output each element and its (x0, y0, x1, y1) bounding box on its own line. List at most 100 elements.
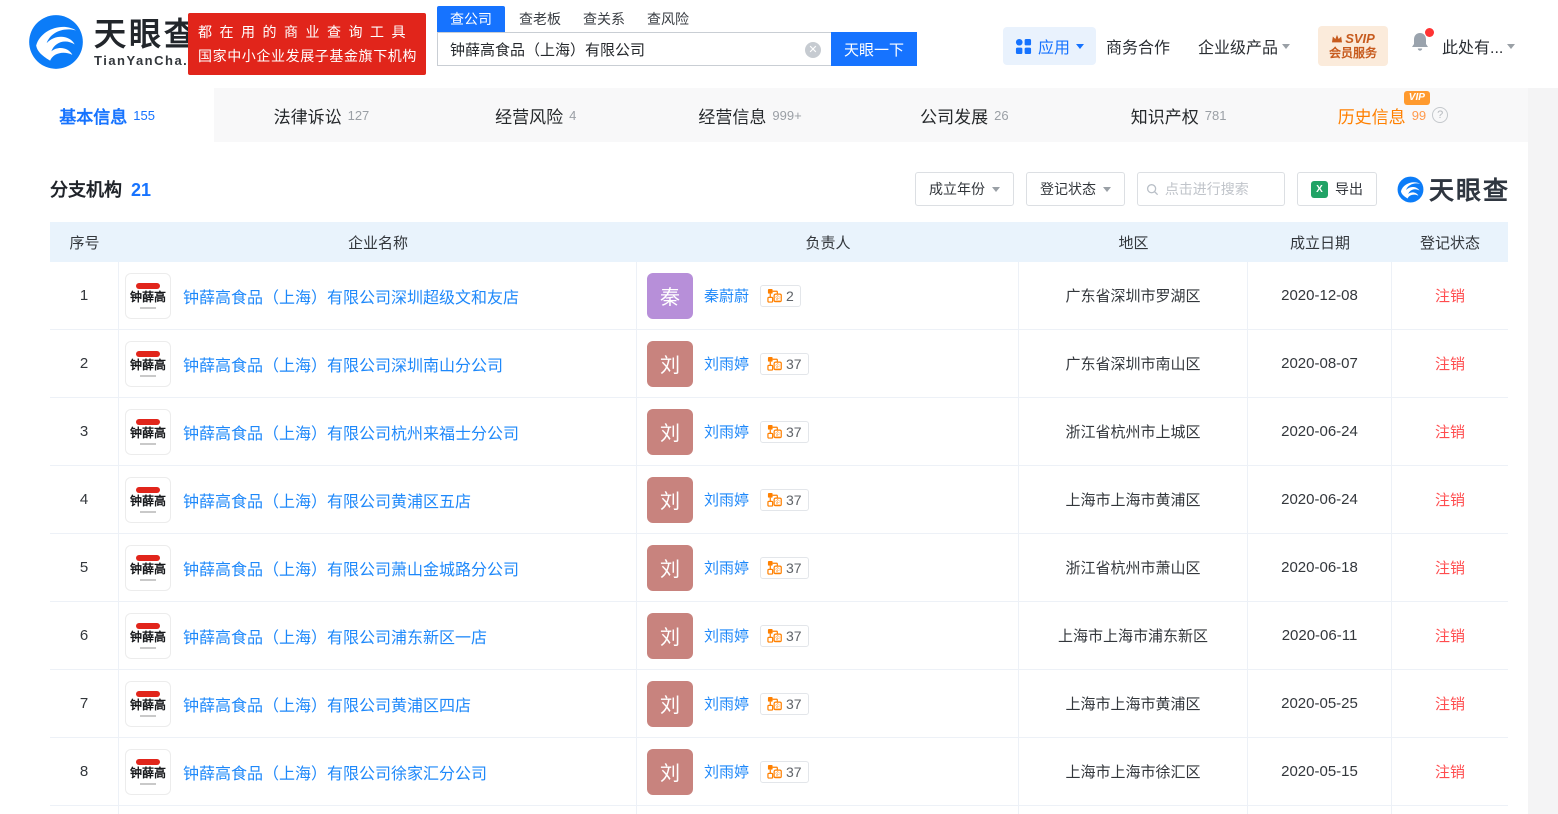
tianyancha-watermark: 天眼查 (1397, 171, 1510, 207)
status-cell: 注销 (1392, 398, 1508, 465)
person-avatar[interactable]: 刘 (647, 409, 693, 455)
search-tab-boss[interactable]: 查老板 (519, 6, 561, 32)
row-index: 6 (50, 602, 119, 669)
business-cooperation-link[interactable]: 商务合作 (1106, 34, 1170, 58)
company-logo-red-tag (136, 283, 160, 289)
company-link[interactable]: 钟薛高食品（上海）有限公司徐家汇分公司 (183, 760, 487, 784)
table-search-box[interactable] (1137, 172, 1285, 206)
column-header-no: 序号 (50, 222, 119, 262)
org-chart-icon: 企 (767, 696, 782, 711)
apps-menu[interactable]: 应用 (1003, 27, 1096, 65)
company-link[interactable]: 钟薛高食品（上海）有限公司深圳超级文和友店 (183, 284, 519, 308)
company-logo: 钟薛高 (125, 613, 171, 659)
founded-year-filter[interactable]: 成立年份 (915, 172, 1014, 206)
tianyancha-logo-icon (28, 14, 84, 70)
enterprise-product-menu[interactable]: 企业级产品 (1198, 34, 1290, 58)
tab-history-info[interactable]: VIP 历史信息 99 ? (1286, 88, 1500, 142)
person-avatar[interactable]: 刘 (647, 341, 693, 387)
relations-badge[interactable]: 企 37 (760, 353, 809, 375)
export-button[interactable]: X 导出 (1297, 172, 1377, 206)
region-cell: 上海市上海市徐汇区 (1019, 738, 1248, 805)
region-cell: 上海市上海市黄浦区 (1019, 466, 1248, 533)
person-link[interactable]: 刘雨婷 (704, 557, 749, 578)
user-account-menu[interactable]: 此处有... (1442, 34, 1515, 58)
company-logo: 钟薛高 (125, 341, 171, 387)
notification-bell-icon[interactable] (1408, 29, 1434, 57)
tab-legal-litigation[interactable]: 法律诉讼 127 (214, 88, 428, 142)
search-icon (1146, 182, 1159, 197)
person-avatar[interactable]: 刘 (647, 545, 693, 591)
person-avatar[interactable]: 刘 (647, 681, 693, 727)
status-cell: 注销 (1392, 738, 1508, 805)
search-tab-company[interactable]: 查公司 (437, 6, 505, 32)
page-gutter (1528, 88, 1558, 814)
tab-intellectual-property[interactable]: 知识产权 781 (1071, 88, 1285, 142)
company-logo-text: 钟薛高 (130, 767, 166, 780)
table-row-partial (50, 806, 1508, 814)
person-avatar[interactable]: 刘 (647, 477, 693, 523)
chevron-down-icon (1076, 44, 1084, 53)
company-link[interactable]: 钟薛高食品（上海）有限公司萧山金城路分公司 (183, 556, 519, 580)
tab-operation-risk[interactable]: 经营风险 4 (429, 88, 643, 142)
region-cell: 浙江省杭州市萧山区 (1019, 534, 1248, 601)
search-tab-risk[interactable]: 查风险 (647, 6, 689, 32)
clear-search-icon[interactable]: ✕ (805, 42, 821, 58)
search-input[interactable] (438, 33, 831, 65)
company-logo-text: 钟薛高 (130, 495, 166, 508)
relations-badge[interactable]: 企 37 (760, 625, 809, 647)
relations-badge[interactable]: 企 37 (760, 489, 809, 511)
relations-badge[interactable]: 企 37 (760, 557, 809, 579)
org-chart-icon: 企 (767, 628, 782, 643)
help-icon[interactable]: ? (1432, 107, 1448, 123)
relations-badge[interactable]: 企 37 (760, 693, 809, 715)
company-logo-red-tag (136, 555, 160, 561)
company-profile-tabs: 基本信息 155 法律诉讼 127 经营风险 4 经营信息 999+ 公司发展 … (0, 88, 1528, 142)
column-header-person: 负责人 (637, 222, 1019, 262)
org-chart-icon: 企 (767, 560, 782, 575)
person-avatar[interactable]: 秦 (647, 273, 693, 319)
tab-company-development[interactable]: 公司发展 26 (857, 88, 1071, 142)
company-link[interactable]: 钟薛高食品（上海）有限公司黄浦区五店 (183, 488, 471, 512)
relations-count: 37 (786, 424, 802, 440)
chevron-down-icon (992, 187, 1000, 196)
company-logo-red-tag (136, 487, 160, 493)
registration-status-filter[interactable]: 登记状态 (1026, 172, 1125, 206)
person-avatar[interactable]: 刘 (647, 613, 693, 659)
row-index: 2 (50, 330, 119, 397)
date-cell: 2020-12-08 (1248, 262, 1392, 329)
relations-count: 37 (786, 764, 802, 780)
person-link[interactable]: 刘雨婷 (704, 693, 749, 714)
date-cell: 2020-08-07 (1248, 330, 1392, 397)
person-link[interactable]: 刘雨婷 (704, 353, 749, 374)
relations-badge[interactable]: 企 37 (760, 761, 809, 783)
company-link[interactable]: 钟薛高食品（上海）有限公司黄浦区四店 (183, 692, 471, 716)
row-index: 4 (50, 466, 119, 533)
company-link[interactable]: 钟薛高食品（上海）有限公司杭州来福士分公司 (183, 420, 519, 444)
status-cell: 注销 (1392, 466, 1508, 533)
person-link[interactable]: 刘雨婷 (704, 625, 749, 646)
promo-line2: 国家中小企业发展子基金旗下机构 (198, 44, 416, 68)
tab-basic-info[interactable]: 基本信息 155 (0, 88, 214, 142)
relations-badge[interactable]: 企 2 (760, 285, 801, 307)
company-logo: 钟薛高 (125, 273, 171, 319)
company-link[interactable]: 钟薛高食品（上海）有限公司深圳南山分公司 (183, 352, 503, 376)
search-button[interactable]: 天眼一下 (831, 32, 917, 66)
person-avatar[interactable]: 刘 (647, 749, 693, 795)
enterprise-product-label: 企业级产品 (1198, 34, 1278, 58)
table-row: 3 钟薛高 钟薛高食品（上海）有限公司杭州来福士分公司 刘 刘雨婷 企 37 (50, 398, 1508, 466)
relations-badge[interactable]: 企 37 (760, 421, 809, 443)
svip-member-button[interactable]: SVIP 会员服务 (1318, 26, 1388, 66)
branches-table: 序号 企业名称 负责人 地区 成立日期 登记状态 1 钟薛高 钟薛高食品（上海）… (50, 222, 1508, 814)
status-cell: 注销 (1392, 534, 1508, 601)
person-link[interactable]: 刘雨婷 (704, 489, 749, 510)
tab-operation-info[interactable]: 经营信息 999+ (643, 88, 857, 142)
table-search-input[interactable] (1165, 181, 1276, 197)
person-link[interactable]: 秦蔚蔚 (704, 285, 749, 306)
company-link[interactable]: 钟薛高食品（上海）有限公司浦东新区一店 (183, 624, 487, 648)
table-row: 4 钟薛高 钟薛高食品（上海）有限公司黄浦区五店 刘 刘雨婷 企 37 (50, 466, 1508, 534)
search-tab-relation[interactable]: 查关系 (583, 6, 625, 32)
date-cell: 2020-06-18 (1248, 534, 1392, 601)
person-link[interactable]: 刘雨婷 (704, 421, 749, 442)
svg-text:企: 企 (775, 294, 781, 302)
person-link[interactable]: 刘雨婷 (704, 761, 749, 782)
